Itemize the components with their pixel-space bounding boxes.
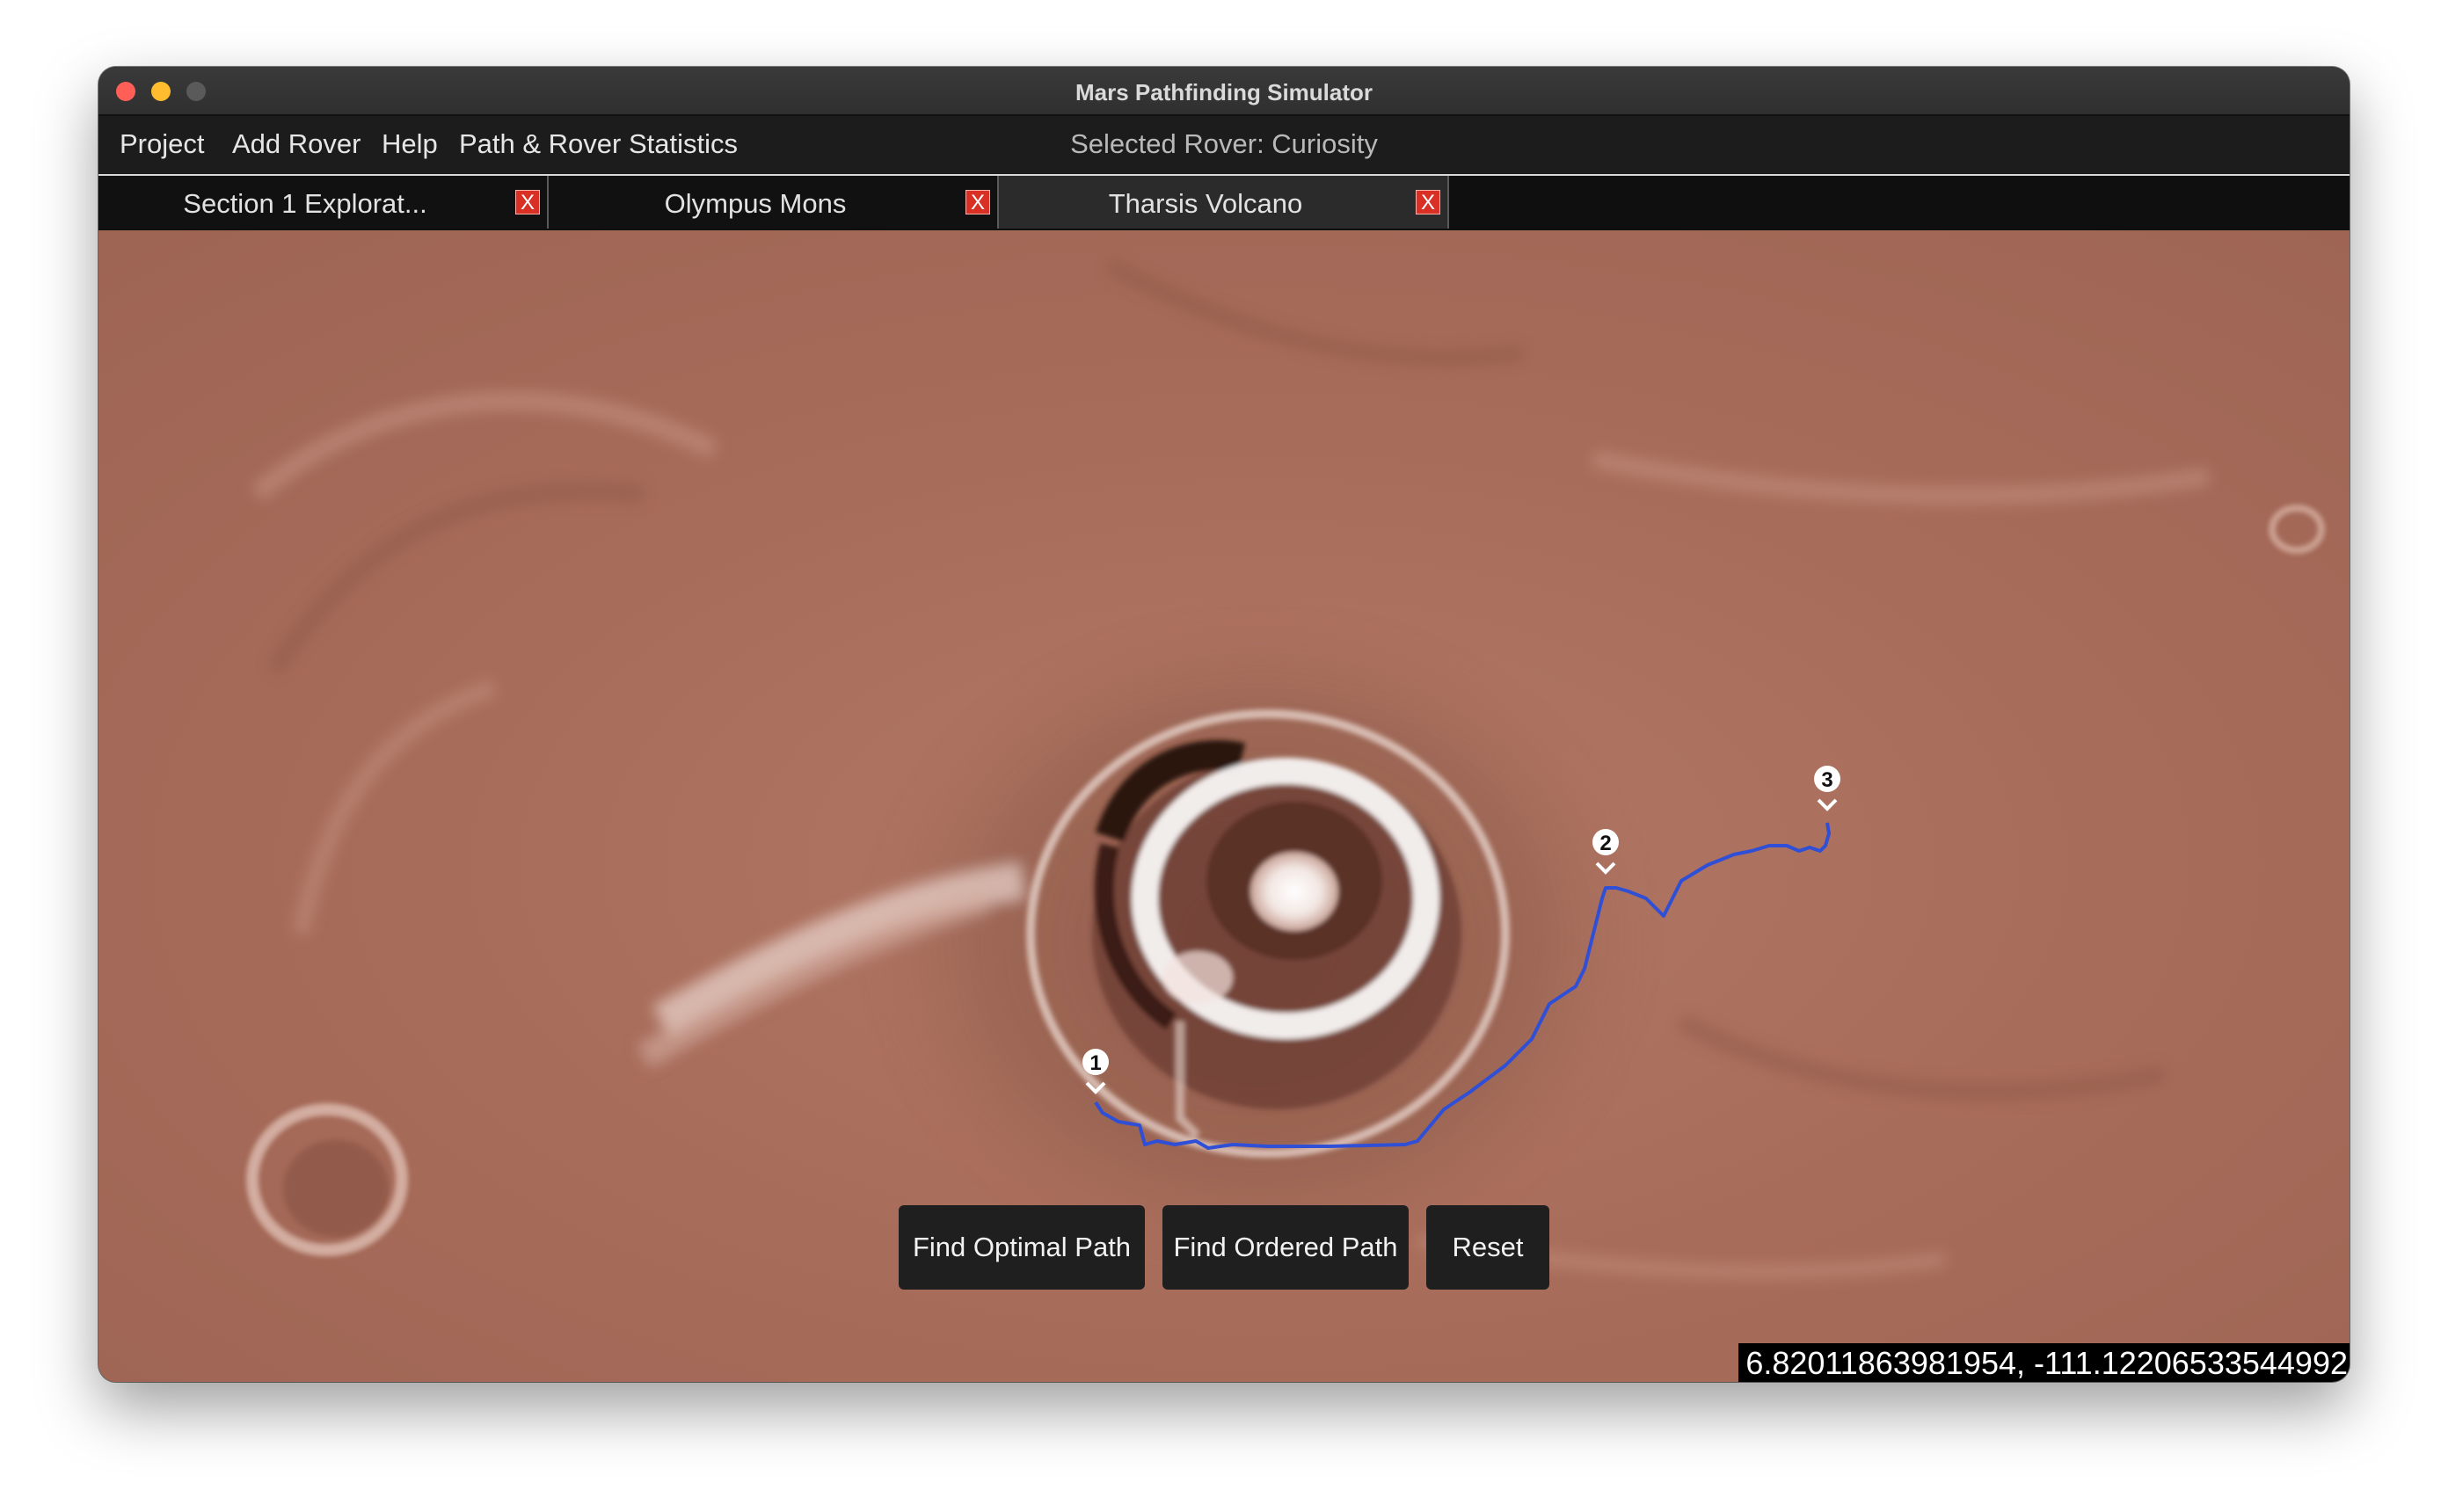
reset-button[interactable]: Reset bbox=[1426, 1205, 1549, 1290]
app-window: Mars Pathfinding Simulator Project Add R… bbox=[98, 67, 2350, 1382]
tab-section-1-exploration[interactable]: Section 1 Explorat... X bbox=[98, 176, 549, 229]
tab-close-button[interactable]: X bbox=[515, 190, 540, 214]
tab-close-button[interactable]: X bbox=[965, 190, 990, 214]
waypoint-label: 2 bbox=[1599, 832, 1611, 855]
tab-tharsis-volcano[interactable]: Tharsis Volcano X bbox=[999, 176, 1449, 229]
tab-label: Tharsis Volcano bbox=[1108, 188, 1303, 219]
title-bar: Mars Pathfinding Simulator bbox=[98, 67, 2350, 116]
cursor-coordinates-readout: 6.82011863981954, -111.12206533544992 bbox=[1738, 1343, 2350, 1382]
tab-label: Olympus Mons bbox=[664, 188, 847, 219]
selected-rover-label: Selected Rover: Curiosity bbox=[1070, 128, 1378, 159]
tab-label: Section 1 Explorat... bbox=[183, 188, 427, 219]
window-title: Mars Pathfinding Simulator bbox=[1075, 79, 1373, 105]
waypoint-label: 1 bbox=[1089, 1051, 1101, 1075]
waypoint-label: 3 bbox=[1821, 768, 1832, 792]
find-ordered-path-button[interactable]: Find Ordered Path bbox=[1162, 1205, 1409, 1290]
tab-olympus-mons[interactable]: Olympus Mons X bbox=[549, 176, 999, 229]
mars-map[interactable]: 1 2 3 Find Optimal Path Find Ordered Pat… bbox=[98, 230, 2350, 1382]
menu-bar: Project Add Rover Help Path & Rover Stat… bbox=[98, 116, 2350, 176]
find-optimal-path-button[interactable]: Find Optimal Path bbox=[899, 1205, 1145, 1290]
tab-close-button[interactable]: X bbox=[1416, 190, 1440, 214]
tab-bar: Section 1 Explorat... X Olympus Mons X T… bbox=[98, 176, 2350, 230]
